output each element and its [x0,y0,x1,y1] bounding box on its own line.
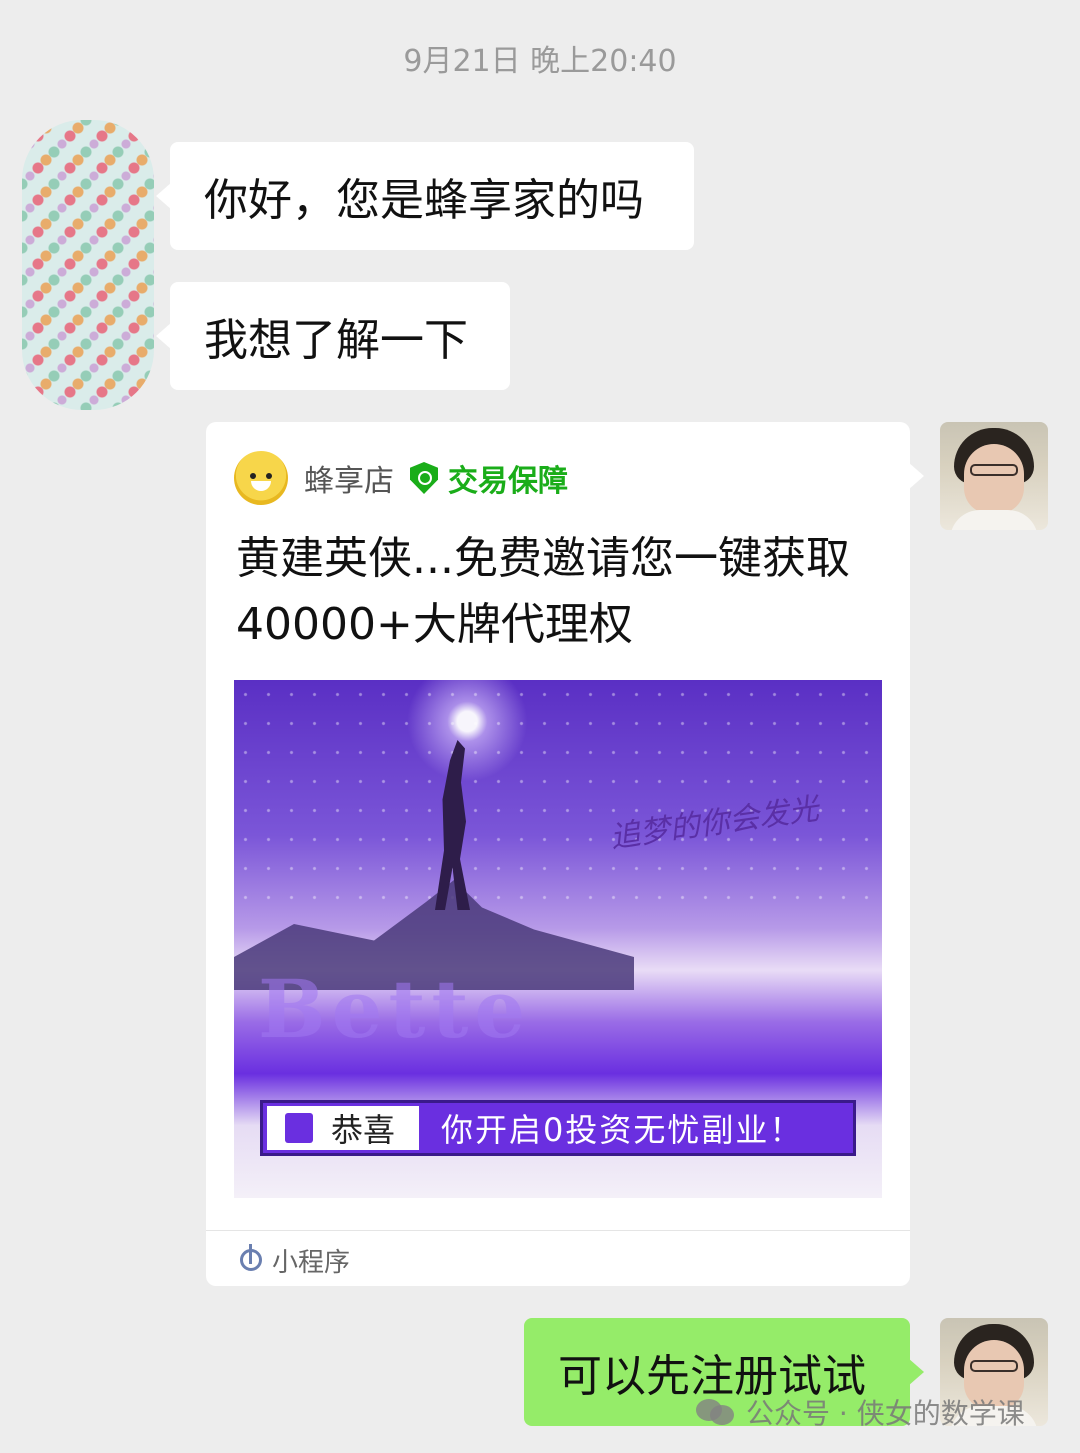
card-header: 蜂享店 交易保障 [234,450,568,506]
card-title-line: 40000+大牌代理权 [236,599,633,650]
promo-strip: 恭喜 你开启0投资无忧副业！ [260,1100,856,1156]
watermark: 公众号 · 侠女的数学课 [696,1392,1025,1432]
mini-program-card[interactable]: 蜂享店 交易保障 黄建英侠...免费邀请您一键获取 40000+大牌代理权 追梦… [206,422,924,1286]
thumbs-up-icon [285,1113,313,1143]
watermark-text: 公众号 · 侠女的数学课 [746,1397,1025,1430]
guarantee-label: 交易保障 [448,464,568,499]
card-title: 黄建英侠...免费邀请您一键获取 40000+大牌代理权 [236,526,886,658]
shop-name: 蜂享店 [304,464,394,499]
wechat-icon [696,1397,736,1427]
message-bubble-in[interactable]: 我想了解一下 [156,282,510,390]
mini-program-icon [240,1244,262,1271]
message-text: 你好，您是蜂享家的吗 [204,175,644,226]
card-title-line: 黄建英侠...免费邀请您一键获取 [236,533,850,584]
chat-timestamp: 9月21日 晚上20:40 [403,44,677,79]
congrats-label: 恭喜 [331,1111,396,1149]
my-avatar[interactable] [940,422,1048,530]
message-bubble-in[interactable]: 你好，您是蜂享家的吗 [156,142,694,250]
shield-icon [410,462,438,494]
mini-program-label: 小程序 [272,1247,351,1278]
message-text: 我想了解一下 [204,315,468,366]
contact-avatar[interactable] [22,120,154,410]
shop-logo-icon [234,451,288,505]
card-footer: 小程序 [240,1240,350,1280]
card-banner-image: 追梦的你会发光 Bette 恭喜 你开启0投资无忧副业！ [234,680,882,1198]
banner-watermark-text: Bette [258,962,532,1056]
promo-text: 你开启0投资无忧副业！ [441,1111,804,1149]
congrats-box: 恭喜 [267,1106,419,1150]
card-divider [206,1230,910,1231]
